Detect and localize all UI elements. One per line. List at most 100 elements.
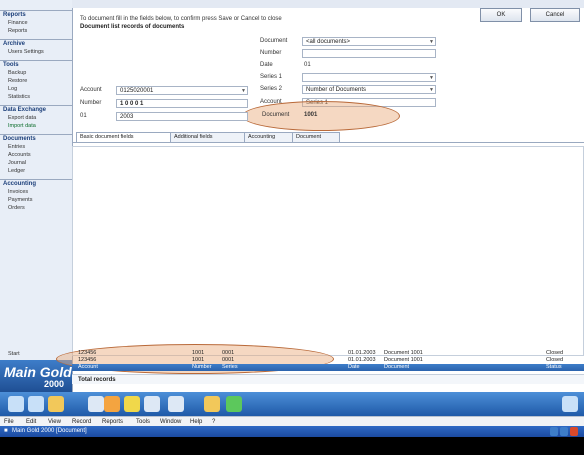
help-icon[interactable] bbox=[562, 396, 578, 412]
left-code-field[interactable]: 2003 bbox=[116, 112, 248, 121]
refresh-icon[interactable] bbox=[226, 396, 242, 412]
sidebar-item[interactable]: Log bbox=[0, 85, 72, 93]
sidebar-item[interactable]: Statistics bbox=[0, 93, 72, 101]
form-instructions: To document fill in the fields below, to… bbox=[80, 16, 282, 22]
ok-button[interactable]: OK bbox=[480, 8, 522, 22]
app-logo: Main Gold 2000 bbox=[0, 360, 72, 392]
series2-select-value: Number of Documents bbox=[306, 87, 367, 93]
sidebar-group-accounting[interactable]: Accounting bbox=[0, 179, 72, 188]
home-icon[interactable] bbox=[48, 396, 64, 412]
column-header[interactable]: Date bbox=[348, 364, 360, 371]
tab-document[interactable]: Document bbox=[292, 132, 340, 142]
table-row[interactable]: 123456 1001 0001 01.01.2003 Document 100… bbox=[72, 350, 584, 357]
edit-icon[interactable] bbox=[104, 396, 120, 412]
logo-text: Main Gold bbox=[4, 364, 72, 380]
bottom-border bbox=[0, 437, 584, 455]
document-icon[interactable] bbox=[88, 396, 104, 412]
cell: 1001 bbox=[192, 357, 205, 363]
series2-label: Series 2 bbox=[260, 86, 283, 92]
cell: 01.01.2003 bbox=[348, 357, 376, 363]
forward-icon[interactable] bbox=[28, 396, 44, 412]
sidebar-group-tools[interactable]: Tools bbox=[0, 60, 72, 69]
sidebar-item[interactable]: Reports bbox=[0, 27, 72, 35]
back-icon[interactable] bbox=[8, 396, 24, 412]
close-icon[interactable] bbox=[570, 427, 578, 436]
document-number-value: 1001 bbox=[304, 112, 318, 118]
sidebar-item[interactable]: Entries bbox=[0, 143, 72, 151]
sidebar-group-archive[interactable]: Archive bbox=[0, 39, 72, 48]
tab-accounting[interactable]: Accounting bbox=[244, 132, 298, 142]
document-select[interactable]: <all documents> ▼ bbox=[302, 37, 436, 46]
sidebar-item[interactable]: Backup bbox=[0, 69, 72, 77]
form-tabs: Basic document fields Additional fields … bbox=[72, 132, 584, 143]
top-strip bbox=[72, 0, 584, 8]
app-title-icon: ■ bbox=[4, 428, 8, 434]
number-label: Number bbox=[260, 50, 282, 56]
sidebar-group-reports[interactable]: Reports bbox=[0, 10, 72, 19]
document-label: Document bbox=[260, 38, 288, 44]
cell: 123456 bbox=[78, 350, 97, 356]
series1-label: Series 1 bbox=[260, 74, 283, 80]
cancel-button[interactable]: Cancel bbox=[530, 8, 580, 22]
column-header[interactable]: Document bbox=[384, 364, 409, 371]
sidebar-item[interactable]: Accounts bbox=[0, 151, 72, 159]
cell: 1001 bbox=[192, 350, 205, 356]
chevron-down-icon[interactable]: ▼ bbox=[429, 86, 434, 93]
cell: 0001 bbox=[222, 357, 235, 363]
chevron-down-icon[interactable]: ▼ bbox=[241, 87, 246, 94]
sidebar: Reports Finance Reports Archive Users Se… bbox=[0, 0, 73, 392]
logo-year: 2000 bbox=[44, 379, 65, 389]
sidebar-item[interactable]: Finance bbox=[0, 19, 72, 27]
sidebar-start-label[interactable]: Start bbox=[0, 350, 28, 358]
left-account-select[interactable]: 0125020001 ▼ bbox=[116, 86, 248, 95]
chevron-down-icon[interactable]: ▼ bbox=[429, 74, 434, 81]
column-header[interactable]: Series bbox=[222, 364, 238, 371]
date-value: 01 bbox=[304, 62, 311, 68]
sidebar-item[interactable]: Payments bbox=[0, 196, 72, 204]
date-label: Date bbox=[260, 62, 273, 68]
grid-header: Account Number Series Date Document Stat… bbox=[72, 364, 584, 371]
left-account-value: 0125020001 bbox=[120, 88, 154, 94]
sidebar-item[interactable]: Journal bbox=[0, 159, 72, 167]
sidebar-item[interactable]: Users Settings bbox=[0, 48, 72, 56]
sidebar-group-data-exchange[interactable]: Data Exchange bbox=[0, 105, 72, 114]
cell: Document 1001 bbox=[384, 357, 423, 363]
report-icon[interactable] bbox=[168, 396, 184, 412]
sidebar-item[interactable]: Invoices bbox=[0, 188, 72, 196]
main-toolbar bbox=[0, 392, 584, 416]
cell: 01.01.2003 bbox=[348, 350, 376, 356]
folder-icon[interactable] bbox=[124, 396, 140, 412]
left-number-field[interactable]: 1 0 0 0 1 bbox=[116, 99, 248, 108]
sidebar-item[interactable]: Restore bbox=[0, 77, 72, 85]
sidebar-item[interactable]: Ledger bbox=[0, 167, 72, 175]
print-icon[interactable] bbox=[144, 396, 160, 412]
cell: 123456 bbox=[78, 357, 97, 363]
sidebar-item[interactable]: Orders bbox=[0, 204, 72, 212]
maximize-icon[interactable] bbox=[560, 427, 568, 436]
column-header[interactable]: Number bbox=[192, 364, 212, 371]
number-field[interactable] bbox=[302, 49, 436, 58]
tools-icon[interactable] bbox=[204, 396, 220, 412]
sidebar-item-active[interactable]: Import data bbox=[0, 122, 72, 130]
series1-select[interactable]: ▼ bbox=[302, 73, 436, 82]
document-number-label: Document bbox=[262, 112, 290, 118]
column-header[interactable]: Account bbox=[78, 364, 98, 371]
sidebar-item[interactable]: Export data bbox=[0, 114, 72, 122]
cell: 0001 bbox=[222, 350, 235, 356]
status-bar: Total records bbox=[72, 374, 584, 384]
records-grid[interactable] bbox=[72, 146, 584, 356]
tab-additional-fields[interactable]: Additional fields bbox=[170, 132, 250, 142]
document-form: To document fill in the fields below, to… bbox=[56, 8, 584, 384]
form-title: Document list records of documents bbox=[80, 24, 185, 30]
app-window: Reports Finance Reports Archive Users Se… bbox=[0, 0, 584, 455]
sidebar-group-documents[interactable]: Documents bbox=[0, 134, 72, 143]
chevron-down-icon[interactable]: ▼ bbox=[429, 38, 434, 45]
cell: Closed bbox=[546, 350, 564, 356]
document-select-value: <all documents> bbox=[306, 39, 351, 45]
title-bar: ■ Main Gold 2000 [Document] bbox=[0, 426, 584, 437]
tab-basic-fields[interactable]: Basic document fields bbox=[76, 132, 176, 142]
series2-select[interactable]: Number of Documents ▼ bbox=[302, 85, 436, 94]
table-row[interactable]: 123456 1001 0001 01.01.2003 Document 100… bbox=[72, 357, 584, 364]
column-header[interactable]: Status bbox=[546, 364, 562, 371]
minimize-icon[interactable] bbox=[550, 427, 558, 436]
